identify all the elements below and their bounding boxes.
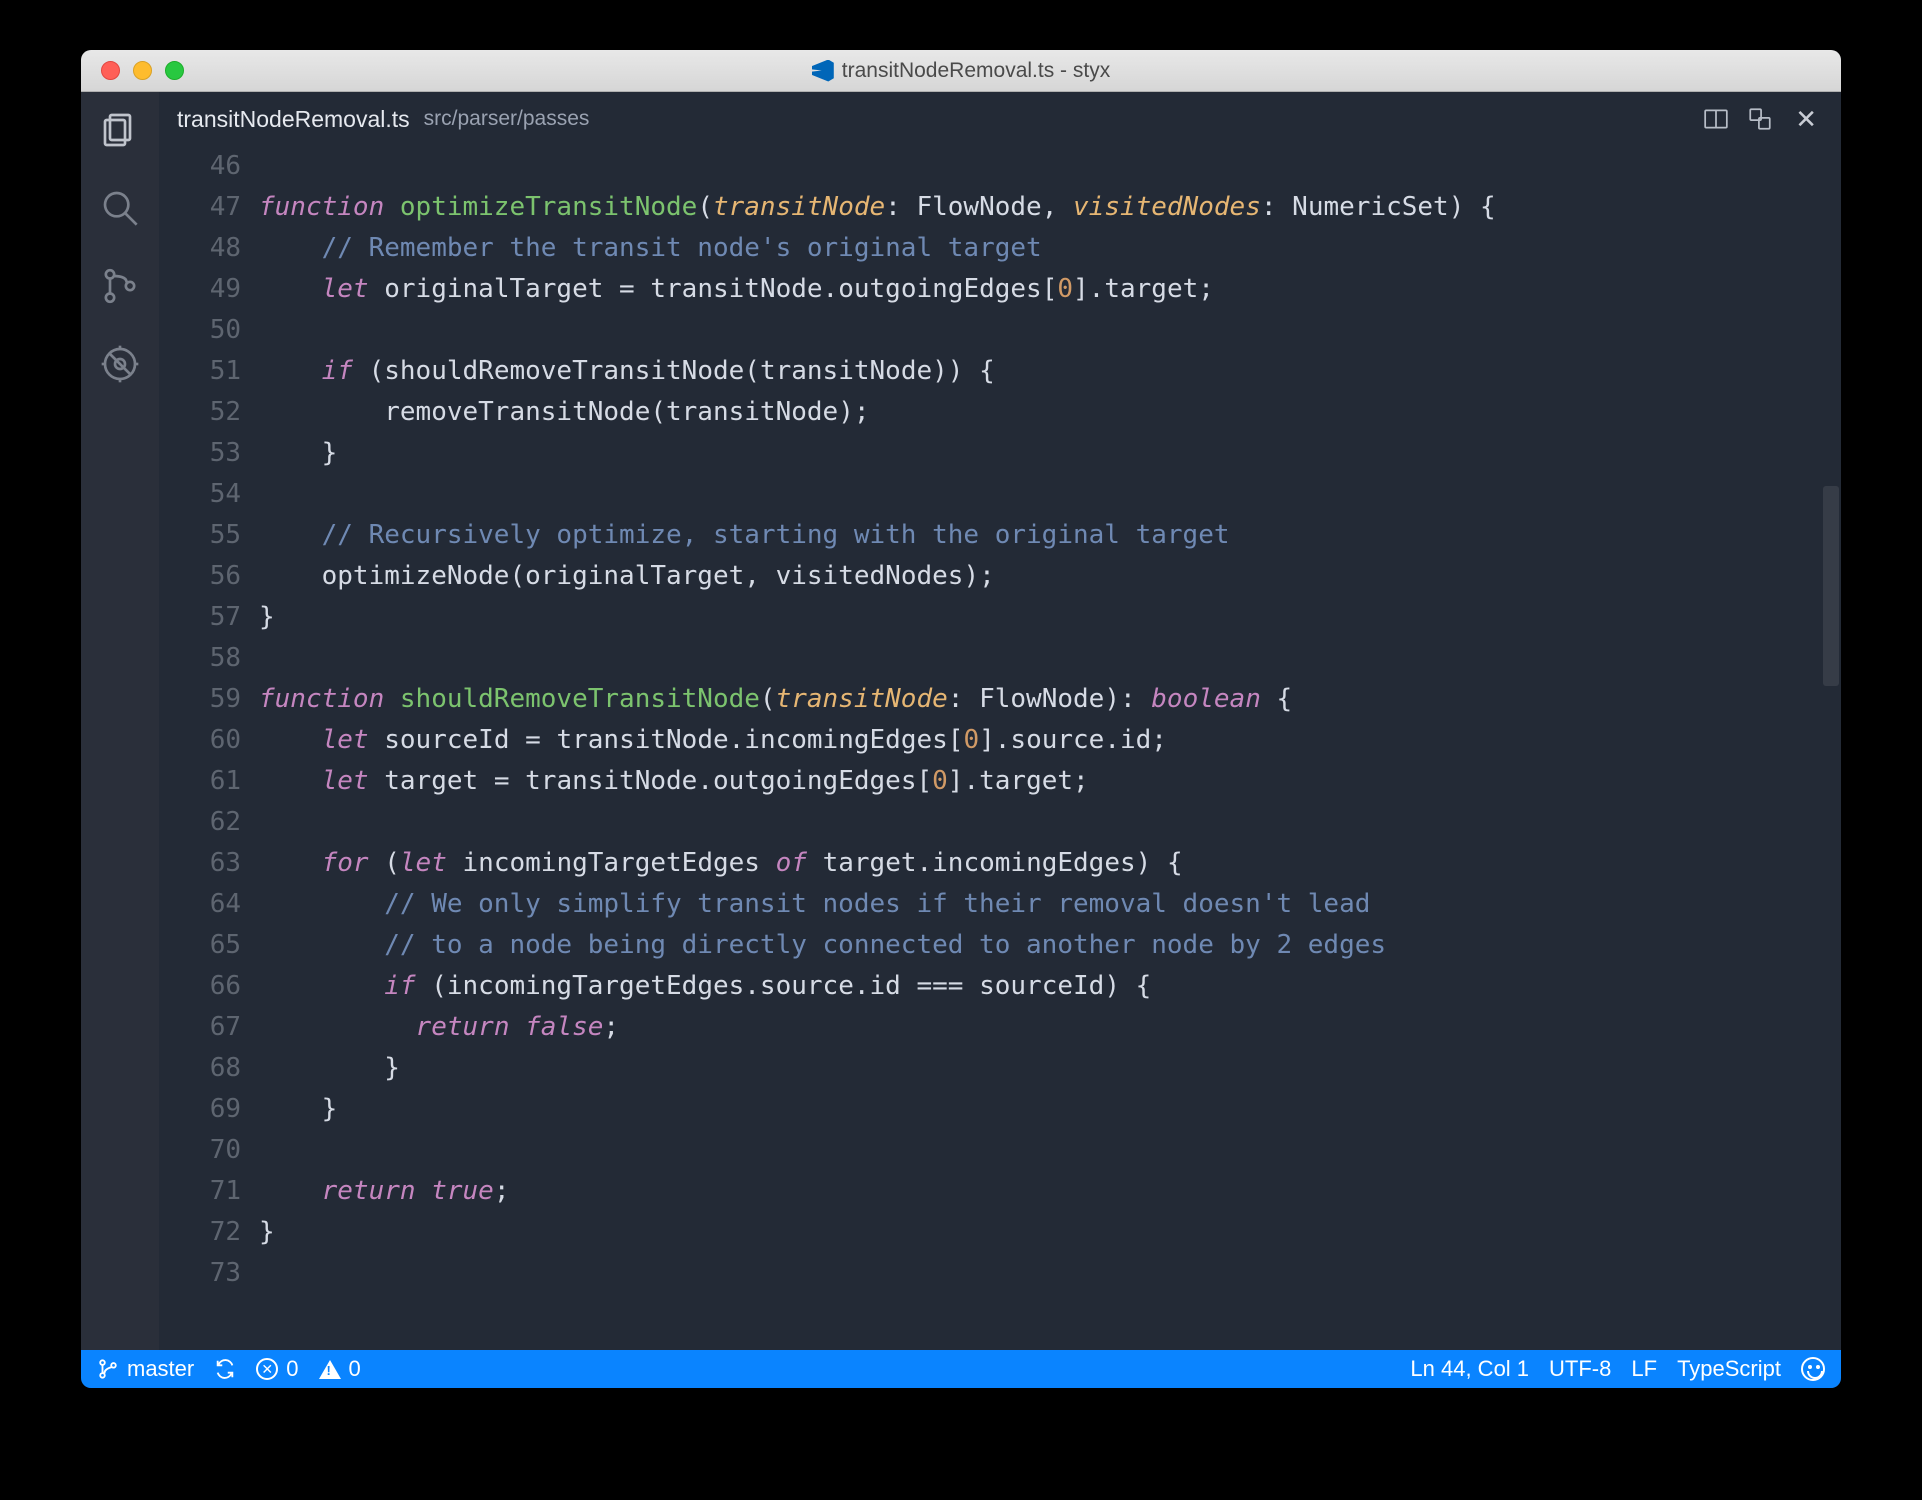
- code-line[interactable]: if (shouldRemoveTransitNode(transitNode)…: [259, 351, 1841, 392]
- code-line[interactable]: }: [259, 433, 1841, 474]
- line-number: 50: [159, 310, 241, 351]
- status-bar: master ✕ 0 0 Ln 44, Col 1 UTF-8 LF TypeS…: [81, 1350, 1841, 1388]
- line-number: 70: [159, 1130, 241, 1171]
- code-line[interactable]: function optimizeTransitNode(transitNode…: [259, 187, 1841, 228]
- git-icon[interactable]: [100, 266, 140, 306]
- line-number: 73: [159, 1253, 241, 1294]
- code-line[interactable]: [259, 1253, 1841, 1294]
- close-tab-icon[interactable]: ✕: [1789, 104, 1823, 135]
- code-line[interactable]: let target = transitNode.outgoingEdges[0…: [259, 761, 1841, 802]
- editor-body: transitNodeRemoval.ts src/parser/passes …: [81, 92, 1841, 1350]
- code-editor[interactable]: 4647484950515253545556575859606162636465…: [159, 146, 1841, 1350]
- code-line[interactable]: let sourceId = transitNode.incomingEdges…: [259, 720, 1841, 761]
- line-number: 68: [159, 1048, 241, 1089]
- tab-bar: transitNodeRemoval.ts src/parser/passes …: [159, 92, 1841, 146]
- debug-icon[interactable]: [100, 344, 140, 384]
- search-icon[interactable]: [100, 188, 140, 228]
- window-title: transitNodeRemoval.ts - styx: [81, 59, 1841, 83]
- code-line[interactable]: [259, 310, 1841, 351]
- code-line[interactable]: }: [259, 1048, 1841, 1089]
- line-number: 60: [159, 720, 241, 761]
- explorer-icon[interactable]: [100, 110, 140, 150]
- sync-button[interactable]: [214, 1358, 236, 1380]
- cursor-position[interactable]: Ln 44, Col 1: [1410, 1356, 1529, 1382]
- code-line[interactable]: // to a node being directly connected to…: [259, 925, 1841, 966]
- code-line[interactable]: optimizeNode(originalTarget, visitedNode…: [259, 556, 1841, 597]
- code-line[interactable]: // Remember the transit node's original …: [259, 228, 1841, 269]
- line-number-gutter: 4647484950515253545556575859606162636465…: [159, 146, 259, 1350]
- line-number: 46: [159, 146, 241, 187]
- line-number: 47: [159, 187, 241, 228]
- tab-path: src/parser/passes: [424, 107, 590, 131]
- git-branch-status[interactable]: master: [97, 1356, 194, 1382]
- language-status[interactable]: TypeScript: [1677, 1356, 1781, 1382]
- line-number: 64: [159, 884, 241, 925]
- eol-status[interactable]: LF: [1631, 1356, 1657, 1382]
- line-number: 49: [159, 269, 241, 310]
- line-number: 72: [159, 1212, 241, 1253]
- line-number: 61: [159, 761, 241, 802]
- line-number: 58: [159, 638, 241, 679]
- window-title-text: transitNodeRemoval.ts - styx: [842, 59, 1110, 83]
- line-number: 55: [159, 515, 241, 556]
- line-number: 52: [159, 392, 241, 433]
- branch-name: master: [127, 1356, 194, 1382]
- activity-bar: [81, 92, 159, 1350]
- error-icon: ✕: [256, 1358, 278, 1380]
- line-number: 59: [159, 679, 241, 720]
- line-number: 48: [159, 228, 241, 269]
- line-number: 56: [159, 556, 241, 597]
- code-line[interactable]: }: [259, 1212, 1841, 1253]
- smiley-icon: [1801, 1357, 1825, 1381]
- editor-area: transitNodeRemoval.ts src/parser/passes …: [159, 92, 1841, 1350]
- code-line[interactable]: }: [259, 1089, 1841, 1130]
- code-line[interactable]: return true;: [259, 1171, 1841, 1212]
- line-number: 67: [159, 1007, 241, 1048]
- code-line[interactable]: [259, 1130, 1841, 1171]
- code-line[interactable]: // We only simplify transit nodes if the…: [259, 884, 1841, 925]
- code-line[interactable]: // Recursively optimize, starting with t…: [259, 515, 1841, 556]
- code-line[interactable]: function shouldRemoveTransitNode(transit…: [259, 679, 1841, 720]
- code-line[interactable]: [259, 474, 1841, 515]
- line-number: 62: [159, 802, 241, 843]
- line-number: 54: [159, 474, 241, 515]
- line-number: 69: [159, 1089, 241, 1130]
- line-number: 71: [159, 1171, 241, 1212]
- code-line[interactable]: return false;: [259, 1007, 1841, 1048]
- line-number: 63: [159, 843, 241, 884]
- scrollbar-thumb[interactable]: [1823, 486, 1839, 686]
- line-number: 57: [159, 597, 241, 638]
- encoding-status[interactable]: UTF-8: [1549, 1356, 1611, 1382]
- line-number: 65: [159, 925, 241, 966]
- errors-status[interactable]: ✕ 0: [256, 1356, 298, 1382]
- code-line[interactable]: [259, 802, 1841, 843]
- vscode-window: transitNodeRemoval.ts - styx transitNode…: [81, 50, 1841, 1388]
- line-number: 53: [159, 433, 241, 474]
- code-line[interactable]: removeTransitNode(transitNode);: [259, 392, 1841, 433]
- code-line[interactable]: if (incomingTargetEdges.source.id === so…: [259, 966, 1841, 1007]
- code-line[interactable]: }: [259, 597, 1841, 638]
- code-line[interactable]: [259, 638, 1841, 679]
- warnings-status[interactable]: 0: [319, 1356, 361, 1382]
- split-editor-icon[interactable]: [1701, 104, 1731, 134]
- error-count: 0: [286, 1356, 298, 1382]
- titlebar[interactable]: transitNodeRemoval.ts - styx: [81, 50, 1841, 92]
- line-number: 51: [159, 351, 241, 392]
- code-line[interactable]: [259, 146, 1841, 187]
- line-number: 66: [159, 966, 241, 1007]
- tab-filename[interactable]: transitNodeRemoval.ts: [177, 106, 410, 133]
- feedback-button[interactable]: [1801, 1357, 1825, 1381]
- code-line[interactable]: let originalTarget = transitNode.outgoin…: [259, 269, 1841, 310]
- code-line[interactable]: for (let incomingTargetEdges of target.i…: [259, 843, 1841, 884]
- more-actions-icon[interactable]: [1745, 104, 1775, 134]
- warning-count: 0: [349, 1356, 361, 1382]
- vscode-icon: [812, 60, 834, 82]
- code-content[interactable]: function optimizeTransitNode(transitNode…: [259, 146, 1841, 1350]
- warning-icon: [319, 1360, 341, 1379]
